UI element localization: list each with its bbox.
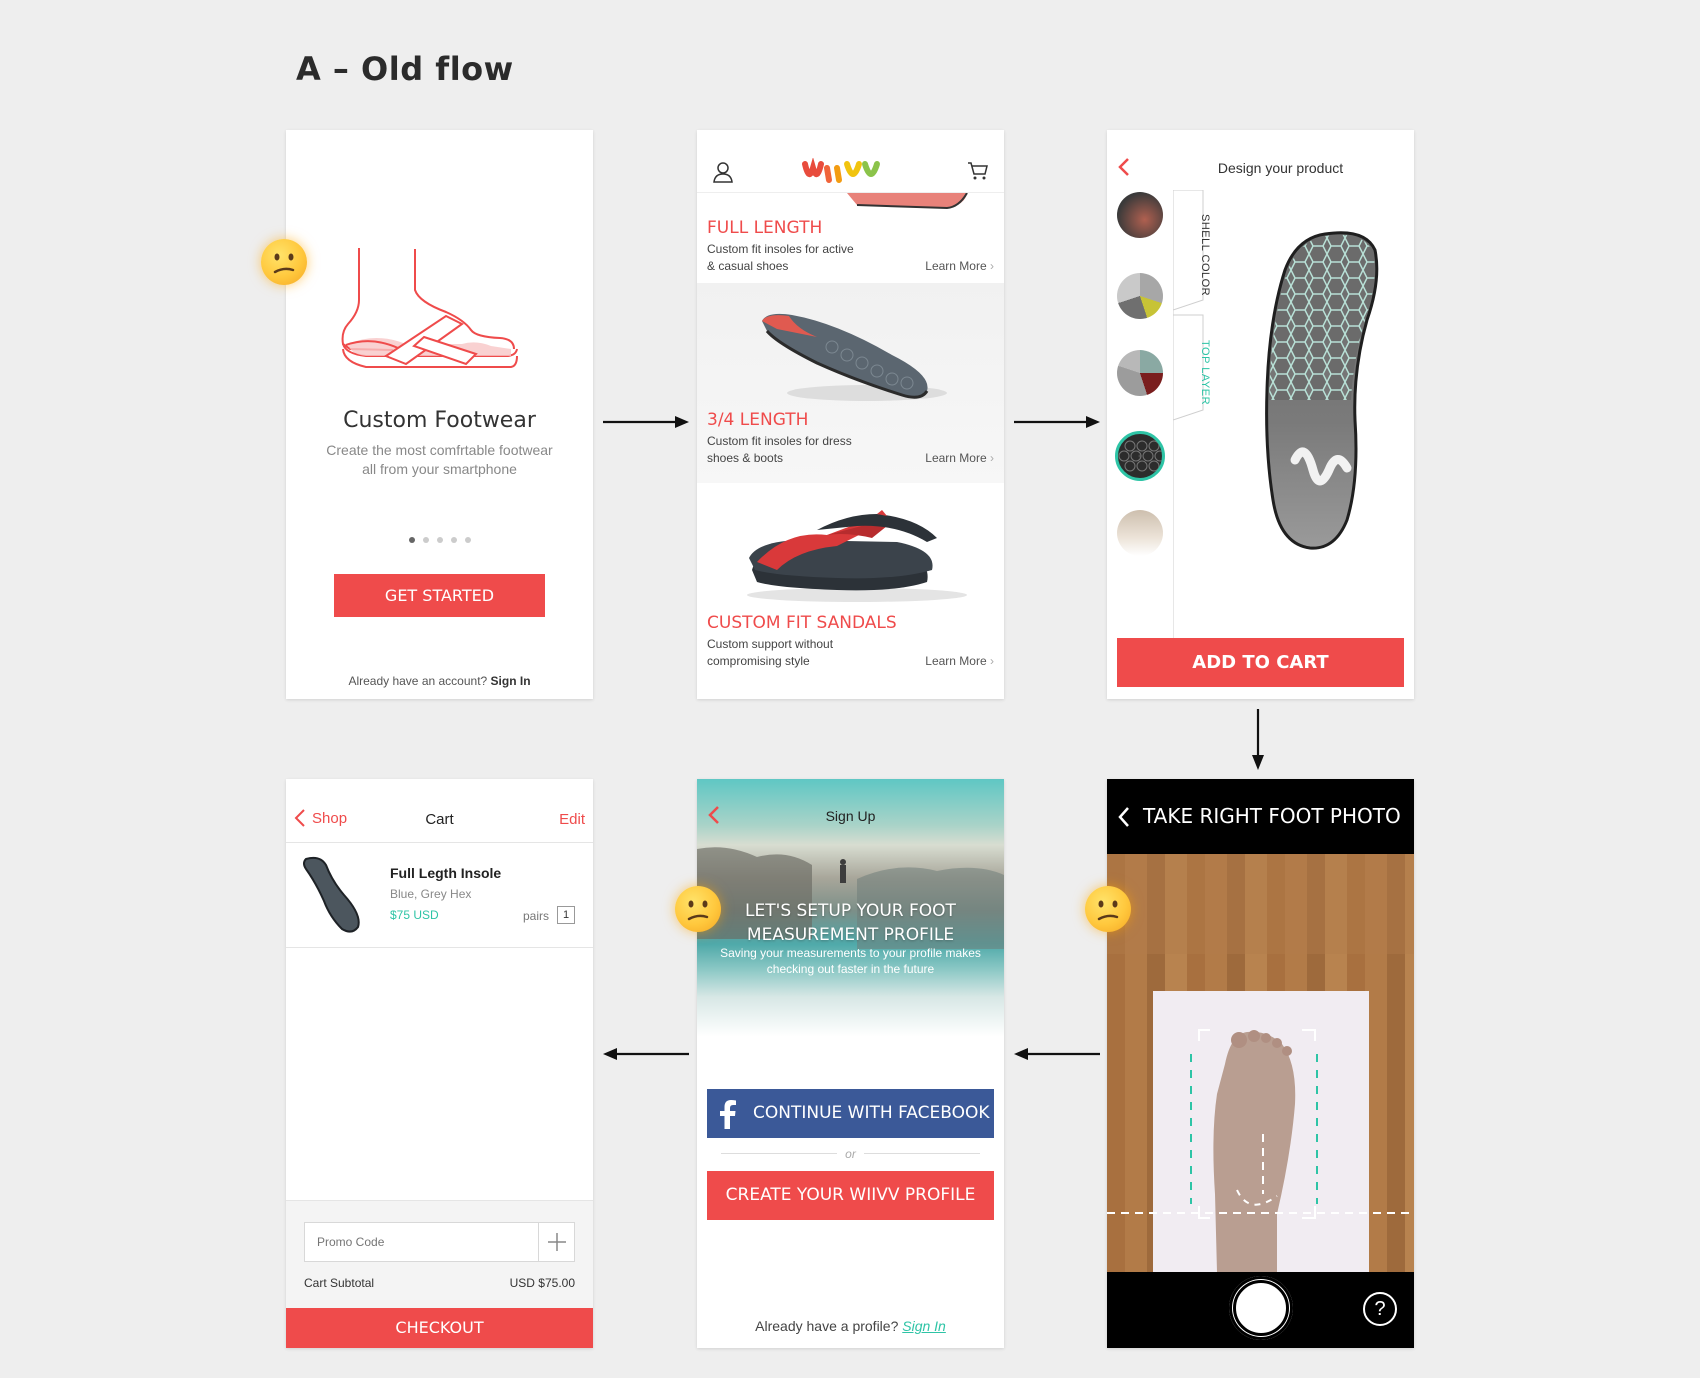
promo-field[interactable]: [304, 1222, 575, 1262]
full-length-insole-image: [847, 193, 968, 210]
confused-face-icon: [675, 886, 721, 932]
swatch-selected[interactable]: [1115, 431, 1165, 481]
learn-more-link[interactable]: Learn More ›: [925, 654, 994, 668]
design-title: Design your product: [1217, 160, 1344, 176]
tab-shell-color[interactable]: SHELL COLOR: [1179, 208, 1211, 303]
subtotal-value: USD $75.00: [509, 1276, 575, 1290]
product-desc: Custom support without compromising style: [707, 637, 834, 668]
product-sandals[interactable]: CUSTOM FIT SANDALS Custom support withou…: [697, 490, 1004, 690]
learn-more-link[interactable]: Learn More ›: [925, 259, 994, 273]
welcome-subtitle: Create the most comfrtable footwear all …: [326, 442, 553, 477]
item-price: $75 USD: [390, 908, 439, 922]
edit-button[interactable]: Edit: [559, 811, 585, 828]
swatch-option[interactable]: [1117, 510, 1163, 556]
qty-label: pairs: [522, 909, 549, 923]
item-variant: Blue, Grey Hex: [390, 887, 472, 901]
page-dot[interactable]: [422, 537, 429, 543]
plus-icon: [548, 1233, 566, 1251]
signup-headline: LET'S SETUP YOUR FOOT MEASUREMENT PROFIL…: [745, 901, 956, 945]
flow-arrow-left: [1014, 1048, 1100, 1060]
product-name: CUSTOM FIT SANDALS: [707, 613, 897, 633]
screen-cart: Shop Cart Edit Full Legth Insole Blue, G…: [286, 779, 593, 1348]
welcome-heading: Custom Footwear: [343, 408, 536, 433]
screen-shop: FULL LENGTH Custom fit insoles for activ…: [697, 130, 1004, 699]
create-profile-button[interactable]: CREATE YOUR WIIVV PROFILE: [707, 1171, 994, 1220]
or-separator: or: [837, 1147, 864, 1161]
back-chevron-icon[interactable]: [1117, 806, 1131, 828]
three-quarter-insole-image: [762, 313, 947, 401]
camera-title: TAKE RIGHT FOOT PHOTO: [1143, 804, 1401, 828]
cart-title: Cart: [425, 811, 454, 828]
screen-welcome: Custom Footwear Create the most comfrtab…: [286, 130, 593, 699]
confused-face-icon: [261, 239, 307, 285]
qty-field[interactable]: 1: [557, 906, 575, 924]
checkout-button[interactable]: CHECKOUT: [286, 1308, 593, 1348]
sandals-image: [747, 510, 967, 602]
confused-face-icon: [1085, 886, 1131, 932]
signup-title: Sign Up: [825, 808, 876, 824]
flow-arrow-right: [603, 416, 689, 428]
product-full-length[interactable]: FULL LENGTH Custom fit insoles for activ…: [697, 193, 1004, 273]
swatch-option[interactable]: [1117, 192, 1163, 238]
page-dot[interactable]: [436, 537, 443, 543]
insole-preview: [1265, 231, 1379, 550]
facebook-icon: [720, 1100, 736, 1129]
screen-design: Design your product SHELL COLOR TOP LAYE…: [1107, 130, 1414, 699]
swatch-option[interactable]: [1117, 273, 1163, 319]
cart-item[interactable]: Full Legth Insole Blue, Grey Hex $75 USD…: [286, 843, 593, 948]
add-to-cart-button[interactable]: ADD TO CART: [1117, 638, 1404, 687]
product-name: 3/4 LENGTH: [707, 410, 809, 430]
signin-prompt: Already have a profile? Sign In: [755, 1318, 946, 1334]
camera-viewfinder[interactable]: [1107, 854, 1414, 1272]
insole-thumbnail: [303, 856, 360, 933]
flow-arrow-right: [1014, 416, 1100, 428]
product-desc: Custom fit insoles for active & casual sh…: [707, 242, 854, 273]
sign-in-link[interactable]: Sign In: [902, 1318, 946, 1334]
product-three-quarter[interactable]: 3/4 LENGTH Custom fit insoles for dress s…: [697, 283, 1004, 483]
flow-arrow-left: [603, 1048, 689, 1060]
screen-camera: TAKE RIGHT FOOT PHOTO ?: [1107, 779, 1414, 1348]
promo-code-input[interactable]: [305, 1223, 539, 1261]
help-icon[interactable]: ?: [1363, 1292, 1397, 1326]
cart-footer: Cart Subtotal USD $75.00 CHECKOUT: [286, 1200, 593, 1348]
swatch-option[interactable]: [1117, 350, 1163, 396]
page-dot[interactable]: [408, 537, 415, 543]
screen-signup: Sign Up LET'S SETUP YOUR FOOT MEASUREMEN…: [697, 779, 1004, 1348]
camera-header: TAKE RIGHT FOOT PHOTO: [1107, 779, 1414, 854]
shutter-button[interactable]: [1229, 1276, 1293, 1340]
signup-body: Saving your measurements to your profile…: [720, 946, 981, 976]
add-promo-button[interactable]: [538, 1223, 574, 1261]
page-dot[interactable]: [450, 537, 457, 543]
page-dot[interactable]: [464, 537, 471, 543]
sign-in-prompt: Already have an account? Sign In: [348, 674, 531, 688]
cart-icon[interactable]: [967, 161, 989, 181]
sign-in-link[interactable]: Sign In: [491, 674, 531, 688]
get-started-button[interactable]: GET STARTED: [334, 574, 545, 617]
tab-top-layer[interactable]: TOP LAYER: [1179, 330, 1211, 415]
product-desc: Custom fit insoles for dress shoes & boot…: [707, 434, 852, 465]
user-icon[interactable]: [712, 161, 734, 183]
shop-header: [697, 130, 1004, 193]
facebook-button[interactable]: CONTINUE WITH FACEBOOK: [707, 1089, 994, 1138]
back-chevron-icon[interactable]: [1117, 157, 1131, 177]
learn-more-link[interactable]: Learn More ›: [925, 451, 994, 465]
page-indicator[interactable]: [286, 530, 593, 548]
flow-arrow-down: [1252, 709, 1264, 770]
wiivv-logo: [802, 158, 880, 183]
cart-header: Shop Cart Edit: [286, 779, 593, 843]
product-name: FULL LENGTH: [707, 218, 823, 238]
item-name: Full Legth Insole: [390, 865, 502, 881]
subtotal-label: Cart Subtotal: [304, 1276, 375, 1290]
page-title: A – Old flow: [296, 50, 514, 88]
